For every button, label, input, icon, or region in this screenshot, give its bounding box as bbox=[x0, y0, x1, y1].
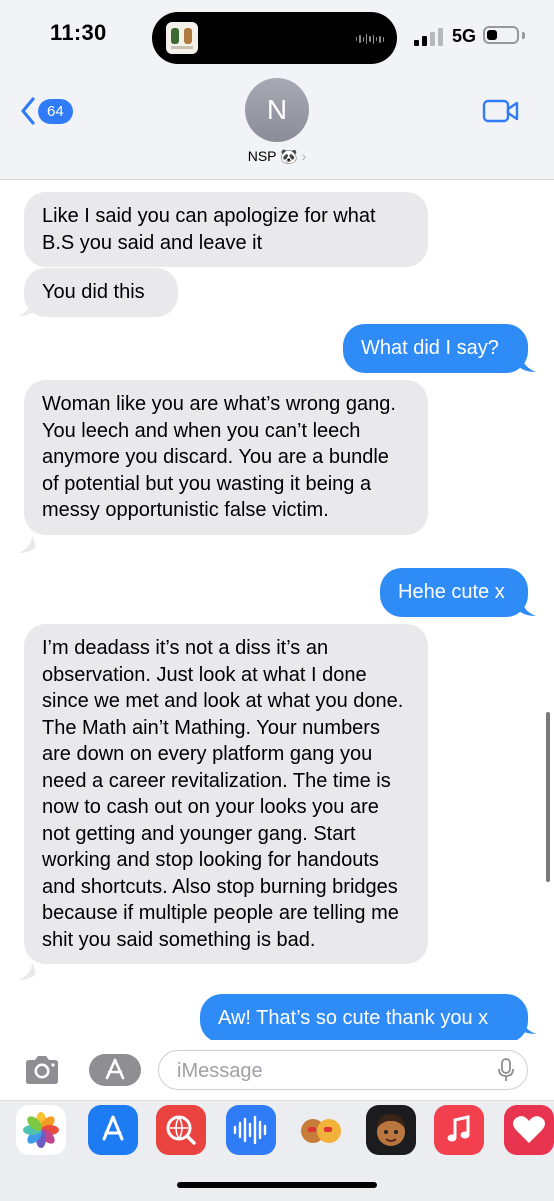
digital-touch-app-icon[interactable] bbox=[504, 1105, 554, 1155]
chevron-right-icon: › bbox=[301, 148, 307, 164]
photos-app-icon[interactable] bbox=[16, 1105, 66, 1155]
back-button[interactable]: 64 bbox=[20, 96, 73, 126]
images-search-app-icon[interactable] bbox=[156, 1105, 206, 1155]
bubble-tail-icon bbox=[18, 298, 36, 316]
home-indicator[interactable] bbox=[177, 1182, 377, 1188]
contact-name-row[interactable]: NSP 🐼 › bbox=[0, 148, 554, 165]
app-store-app-icon[interactable] bbox=[88, 1105, 138, 1155]
microphone-icon[interactable] bbox=[497, 1058, 515, 1082]
app-store-icon bbox=[105, 1058, 125, 1080]
message-bubble-incoming[interactable]: Woman like you are what’s wrong gang. Yo… bbox=[24, 380, 428, 535]
panda-emoji: 🐼 bbox=[280, 148, 298, 164]
message-bubble-incoming[interactable]: You did this bbox=[24, 268, 178, 317]
contact-name: NSP bbox=[247, 148, 277, 164]
chevron-left-icon bbox=[21, 97, 35, 125]
audio-waveform-icon bbox=[356, 34, 384, 44]
app-store-button[interactable] bbox=[89, 1054, 141, 1086]
message-bubble-outgoing[interactable]: Hehe cute x bbox=[380, 568, 528, 617]
message-field[interactable] bbox=[158, 1050, 528, 1090]
compose-bar bbox=[0, 1040, 554, 1100]
cellular-signal-icon bbox=[414, 26, 444, 46]
bubble-tail-icon bbox=[518, 354, 536, 372]
memoji-app-icon[interactable] bbox=[366, 1105, 416, 1155]
message-input[interactable] bbox=[175, 1055, 479, 1087]
camera-icon[interactable] bbox=[22, 1054, 62, 1086]
message-thread[interactable]: Like I said you can apologize for what B… bbox=[0, 180, 554, 1043]
audio-message-app-icon[interactable] bbox=[226, 1105, 276, 1155]
bubble-tail-icon bbox=[518, 1016, 536, 1034]
message-bubble-outgoing[interactable]: Aw! That’s so cute thank you x bbox=[200, 994, 528, 1043]
contact-avatar[interactable]: N bbox=[245, 78, 309, 142]
battery-tip bbox=[522, 32, 525, 39]
clock: 11:30 bbox=[50, 20, 107, 45]
dynamic-island[interactable] bbox=[152, 12, 397, 64]
now-playing-thumbnail bbox=[166, 22, 198, 54]
bubble-tail-icon bbox=[518, 598, 536, 616]
unread-count-badge: 64 bbox=[38, 98, 73, 124]
facetime-video-icon[interactable] bbox=[482, 98, 520, 124]
stickers-app-icon[interactable] bbox=[296, 1105, 346, 1155]
message-bubble-outgoing[interactable]: What did I say? bbox=[343, 324, 528, 373]
status-bar: 11:30 5G bbox=[0, 0, 554, 72]
network-type: 5G bbox=[452, 26, 477, 46]
scroll-indicator[interactable] bbox=[546, 712, 550, 882]
message-bubble-incoming[interactable]: I’m deadass it’s not a diss it’s an obse… bbox=[24, 624, 428, 964]
bubble-tail-icon bbox=[18, 535, 36, 553]
music-app-icon[interactable] bbox=[434, 1105, 484, 1155]
conversation-header: 64 N NSP 🐼 › bbox=[0, 72, 554, 180]
battery-icon bbox=[483, 26, 519, 44]
bubble-tail-icon bbox=[18, 962, 36, 980]
message-bubble-incoming[interactable]: Like I said you can apologize for what B… bbox=[24, 192, 428, 267]
